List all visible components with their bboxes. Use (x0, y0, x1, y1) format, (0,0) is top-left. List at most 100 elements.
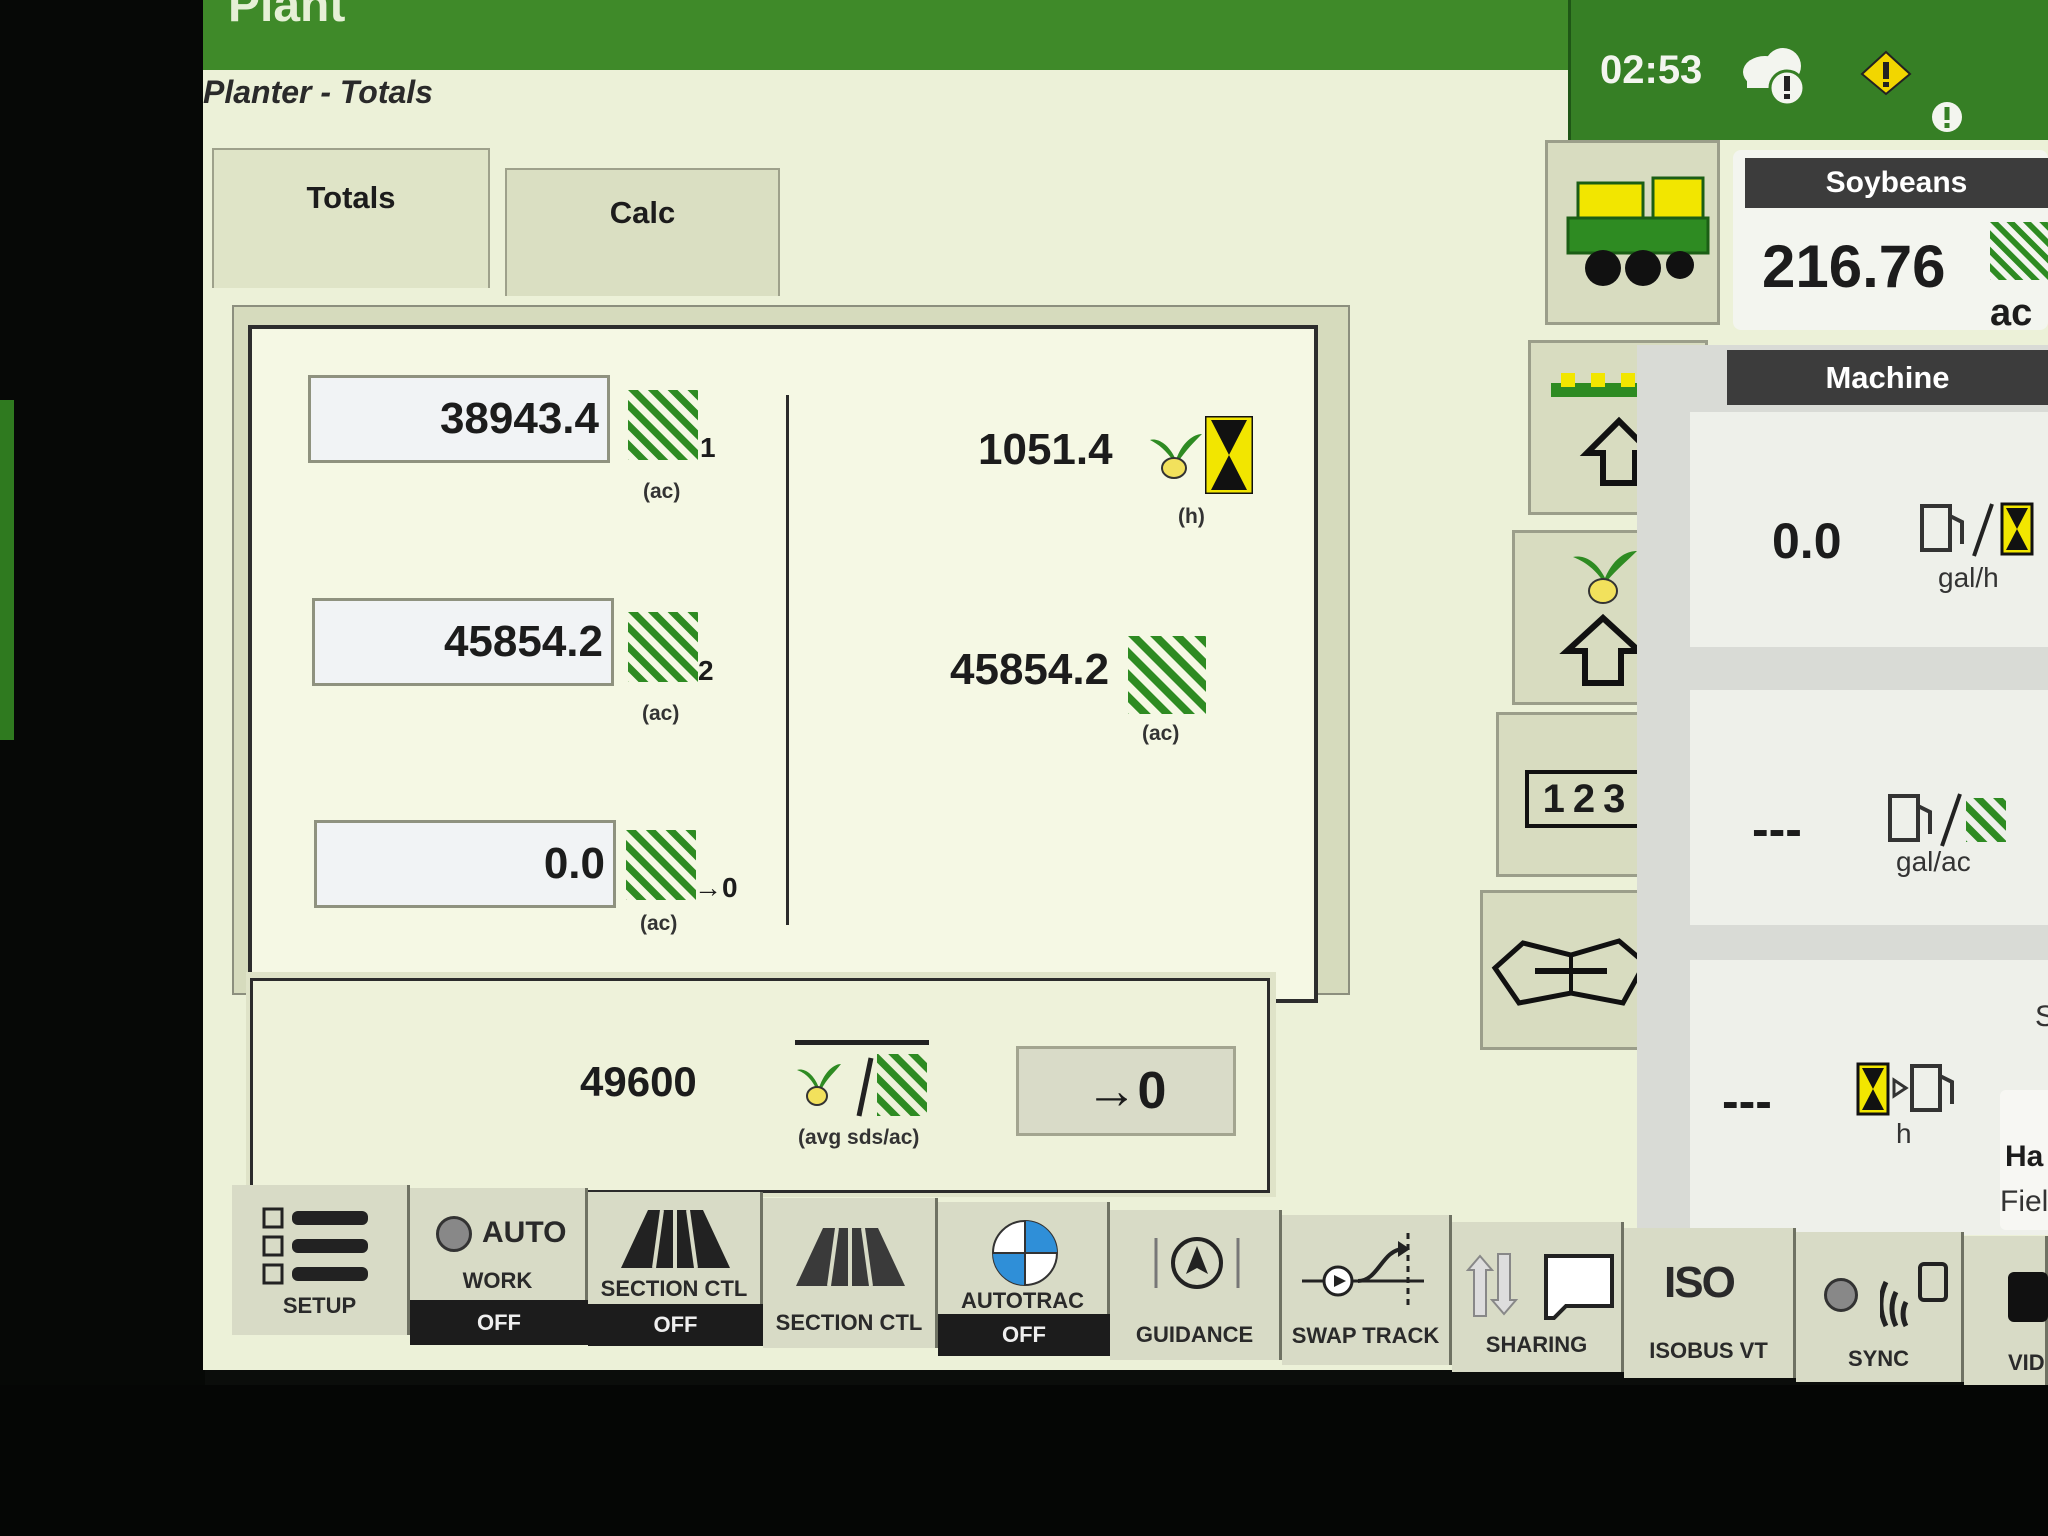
fuel-per-area-row: --- gal/ac (1690, 690, 2048, 925)
adjacent-screen-edge (0, 400, 14, 740)
sync-button[interactable]: SYNC (1796, 1232, 1964, 1382)
avg-seed-rate-unit: (avg sds/ac) (798, 1126, 920, 1149)
area-icon (1990, 222, 2048, 285)
fuel-rate-row: 0.0 gal/h (1690, 412, 2048, 647)
display-bezel-bottom (0, 1385, 2048, 1536)
partial-tile-text: Ha (2005, 1140, 2044, 1173)
area-icon (626, 830, 696, 905)
partial-tile-side-text: S (2035, 1000, 2048, 1033)
app-title: Plant (228, 0, 346, 32)
setup-button[interactable]: SETUP (232, 1185, 410, 1335)
swap-track-icon (1302, 1233, 1424, 1307)
fuel-per-area-unit: gal/ac (1896, 846, 1971, 877)
swap-track-button[interactable]: SWAP TRACK (1282, 1215, 1452, 1365)
isobus-icon: ISO (1664, 1258, 1736, 1307)
work-label: WORK (462, 1268, 533, 1293)
total-area-unit: (ac) (1142, 722, 1180, 745)
fuel-per-area-value: --- (1752, 801, 1802, 857)
section-control-state: OFF (588, 1304, 763, 1346)
clock: 02:53 (1600, 48, 1703, 92)
autotrac-label: AUTOTRAC (960, 1288, 1085, 1313)
autotrac-state: OFF (938, 1314, 1110, 1356)
numbers-icon: 123 (1525, 770, 1651, 828)
video-button[interactable]: VID (1964, 1236, 2048, 1386)
seeding-hours-unit: (h) (1178, 505, 1205, 528)
section-control-label: SECTION CTL (600, 1276, 748, 1301)
section-control-button[interactable]: SECTION CTL (588, 1192, 763, 1304)
area-icon (628, 612, 698, 687)
seeds-per-area-icon (795, 1040, 929, 1125)
cloud-alert-icon[interactable] (1735, 40, 1815, 110)
alert-icon[interactable] (1930, 100, 1964, 134)
fuel-rate-value: 0.0 (1772, 513, 1842, 569)
reset-rate-button[interactable]: →0 (1016, 1046, 1236, 1136)
page-title: Planter - Totals (203, 74, 433, 110)
autotrac-icon (992, 1220, 1058, 1286)
swap-track-label: SWAP TRACK (1291, 1323, 1440, 1348)
area-icon (1128, 636, 1206, 719)
avg-seed-rate-value: 49600 (580, 1058, 697, 1105)
sharing-label: SHARING (1485, 1332, 1588, 1357)
autotrac-button[interactable]: AUTOTRAC (938, 1202, 1110, 1314)
guidance-icon (1154, 1237, 1240, 1289)
isobus-vt-button[interactable]: ISO ISOBUS VT (1624, 1228, 1796, 1378)
area-counter-1-index: 1 (700, 432, 716, 463)
area-icon (628, 390, 698, 465)
sync-indicator-icon (1824, 1278, 1858, 1312)
area-counter-2[interactable]: 45854.2 (312, 598, 614, 686)
auto-label: AUTO (482, 1216, 567, 1249)
operator-manual-button[interactable] (1480, 890, 1660, 1050)
planter-icon (1566, 176, 1710, 286)
page-title-bar: Planter - Totals (203, 70, 1568, 140)
fuel-per-hour-icon (1920, 502, 2034, 557)
partial-tile-subtext: Fiel (2000, 1185, 2048, 1218)
fuel-time-row: --- h (1690, 960, 2048, 1235)
section-control-2-label: SECTION CTL (775, 1310, 923, 1335)
planter-button[interactable] (1545, 140, 1720, 325)
tab-totals[interactable]: Totals (212, 148, 490, 288)
sharing-button[interactable]: SHARING (1452, 1222, 1624, 1372)
auto-work-state-text: OFF (477, 1310, 521, 1335)
panel-divider (786, 395, 789, 925)
area-counter-3-unit: (ac) (640, 912, 678, 935)
autotrac-state-text: OFF (1002, 1322, 1046, 1347)
tab-totals-label: Totals (306, 180, 396, 215)
total-area-value: 45854.2 (950, 645, 1110, 694)
setup-checklist-icon (262, 1207, 368, 1285)
video-label: VID (2008, 1350, 2045, 1375)
area-counter-3[interactable]: 0.0 (314, 820, 616, 908)
sync-signal-icon (1880, 1262, 1948, 1328)
tab-calc-label: Calc (609, 195, 676, 230)
area-counter-2-index: 2 (698, 655, 714, 686)
hourglass-icon (1203, 414, 1255, 499)
crop-area-value: 216.76 (1762, 233, 1946, 300)
section-control-icon (621, 1210, 730, 1269)
area-counter-3-reset-label: →0 (694, 872, 738, 903)
seeding-hours-value: 1051.4 (978, 425, 1113, 474)
sharing-icon (1466, 1253, 1614, 1320)
guidance-button[interactable]: GUIDANCE (1110, 1210, 1282, 1360)
area-counter-2-unit: (ac) (642, 702, 680, 725)
section-control-state-text: OFF (653, 1312, 698, 1337)
fuel-rate-unit: gal/h (1938, 562, 1999, 593)
fuel-time-value: --- (1722, 1073, 1772, 1129)
hours-fuel-icon (1856, 1062, 1954, 1116)
fuel-time-unit: h (1896, 1118, 1912, 1149)
crop-name: Soybeans (1745, 158, 2048, 208)
video-icon (2008, 1272, 2048, 1322)
crop-area-unit: ac (1990, 292, 2033, 334)
area-counter-1[interactable]: 38943.4 (308, 375, 610, 463)
auto-work-button[interactable]: AUTO WORK (410, 1188, 588, 1300)
warning-icon[interactable] (1860, 50, 1912, 96)
fuel-per-area-icon (1888, 793, 2006, 847)
setup-label: SETUP (282, 1293, 357, 1318)
auto-work-state: OFF (410, 1300, 588, 1345)
section-control-icon (796, 1228, 905, 1287)
seed-icon (1148, 420, 1204, 489)
sync-label: SYNC (1847, 1346, 1910, 1371)
section-control-2-button[interactable]: SECTION CTL (763, 1198, 938, 1348)
tab-calc[interactable]: Calc (505, 168, 780, 296)
auto-work-indicator-icon (436, 1216, 472, 1252)
display-bezel (0, 0, 205, 1536)
area-counter-1-unit: (ac) (643, 480, 681, 503)
